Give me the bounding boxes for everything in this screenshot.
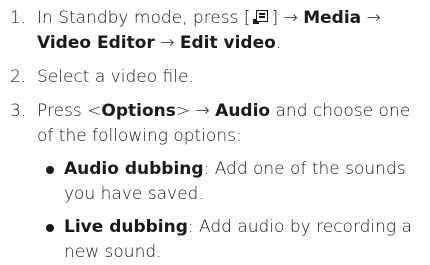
option-live-dubbing: Live dubbing: Add audio by recording a n… [37, 215, 424, 265]
step-text: In Standby mode, press [] → Media → Vide… [37, 8, 381, 53]
step-number: 3. [10, 101, 27, 121]
step-2: 2. Select a video file. [10, 65, 424, 90]
options-softkey: Options [101, 101, 176, 121]
step-number: 1. [10, 8, 27, 28]
instructions-page: 1. In Standby mode, press [] → Media → V… [0, 0, 430, 262]
option-name: Audio dubbing [64, 159, 204, 179]
step-1: 1. In Standby mode, press [] → Media → V… [10, 6, 424, 56]
menu-path-edit-video: Edit video [179, 33, 276, 53]
option-name: Live dubbing [64, 217, 188, 237]
step-text: Select a video file. [37, 67, 194, 87]
step-text: Press <Options> → Audio and choose one o… [37, 101, 411, 146]
bullet-icon [46, 224, 54, 232]
menu-path-video-editor: Video Editor [37, 33, 155, 53]
menu-path-media: Media [303, 8, 362, 28]
option-audio-dubbing: Audio dubbing: Add one of the sounds you… [37, 157, 424, 207]
step-3: 3. Press <Options> → Audio and choose on… [10, 99, 424, 265]
step-number: 2. [10, 67, 27, 87]
options-list: Audio dubbing: Add one of the sounds you… [37, 157, 424, 265]
menu-key-icon [252, 9, 270, 24]
bullet-icon [46, 166, 54, 174]
steps-list: 1. In Standby mode, press [] → Media → V… [10, 6, 424, 265]
menu-path-audio: Audio [215, 101, 271, 121]
